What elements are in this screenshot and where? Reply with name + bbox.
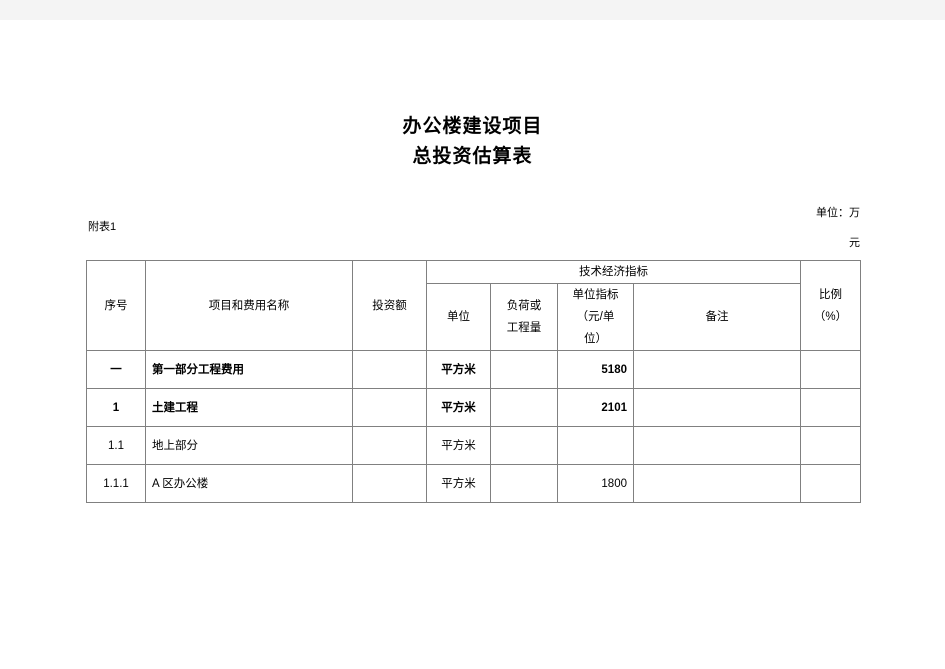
cell-unit: 平方米 [426,350,491,389]
cell-load [490,426,558,465]
title-block: 办公楼建设项目 总投资估算表 [0,112,945,172]
cell-seq: 1 [86,388,146,427]
table-row: 1.1.1 A 区办公楼 平方米 1800 [86,464,861,503]
header-ratio: 比例 （%） [800,260,861,351]
table-row: 1.1 地上部分 平方米 [86,426,861,465]
unit-note: 单位：万 元 [560,198,860,258]
cell-investment [352,426,427,465]
cell-unit: 平方米 [426,426,491,465]
header-unit: 单位 [426,283,491,351]
cell-investment [352,464,427,503]
page-title-line2: 总投资估算表 [412,146,533,167]
attachment-label: 附表1 [88,221,117,233]
cell-unit: 平方米 [426,464,491,503]
cell-item-name: 第一部分工程费用 [145,350,353,389]
cell-unit-index: 5180 [557,350,634,389]
cell-unit-index: 1800 [557,464,634,503]
header-investment: 投资额 [352,260,427,351]
cell-seq: 1.1.1 [86,464,146,503]
cell-seq: 一 [86,350,146,389]
header-tech-economic-index: 技术经济指标 [426,260,801,284]
cell-remark [633,464,801,503]
table-header-row-primary: 序号 项目和费用名称 投资额 技术经济指标 比例 （%） [86,260,861,351]
header-load-or-quantity: 负荷或 工程量 [490,283,558,351]
table-row: 一第一部分工程费用 平方米 5180 [86,350,861,389]
header-item-name: 项目和费用名称 [145,260,353,351]
cell-item-name: 地上部分 [145,426,353,465]
investment-estimate-table: 序号 项目和费用名称 投资额 技术经济指标 比例 （%） 单位 负荷或 工程量 … [86,260,861,503]
cell-ratio [800,388,861,427]
cell-unit-index [557,426,634,465]
cell-ratio [800,350,861,389]
document-page: 办公楼建设项目 总投资估算表 单位：万 元 附表1 序号 项目和费用名称 投资额… [0,20,945,669]
header-unit-index: 单位指标 （元/单 位） [557,283,634,351]
cell-load [490,464,558,503]
cell-remark [633,426,801,465]
header-seq: 序号 [86,260,146,351]
cell-item-name: A 区办公楼 [145,464,353,503]
cell-remark [633,388,801,427]
cell-item-name: 土建工程 [145,388,353,427]
cell-remark [633,350,801,389]
cell-load [490,388,558,427]
page-title-line1: 办公楼建设项目 [402,116,543,137]
table-body: 一第一部分工程费用 平方米 5180 1 土建工程 平方米 2101 1.1 地上部分 平方米 1.… [86,350,861,503]
cell-seq: 1.1 [86,426,146,465]
unit-note-line2: 元 [849,237,860,249]
cell-unit-index: 2101 [557,388,634,427]
cell-load [490,350,558,389]
cell-investment [352,350,427,389]
unit-note-line1: 单位：万 [816,207,860,219]
cell-ratio [800,464,861,503]
table-row: 1 土建工程 平方米 2101 [86,388,861,427]
cell-ratio [800,426,861,465]
header-remark: 备注 [633,283,801,351]
cell-investment [352,388,427,427]
cell-unit: 平方米 [426,388,491,427]
